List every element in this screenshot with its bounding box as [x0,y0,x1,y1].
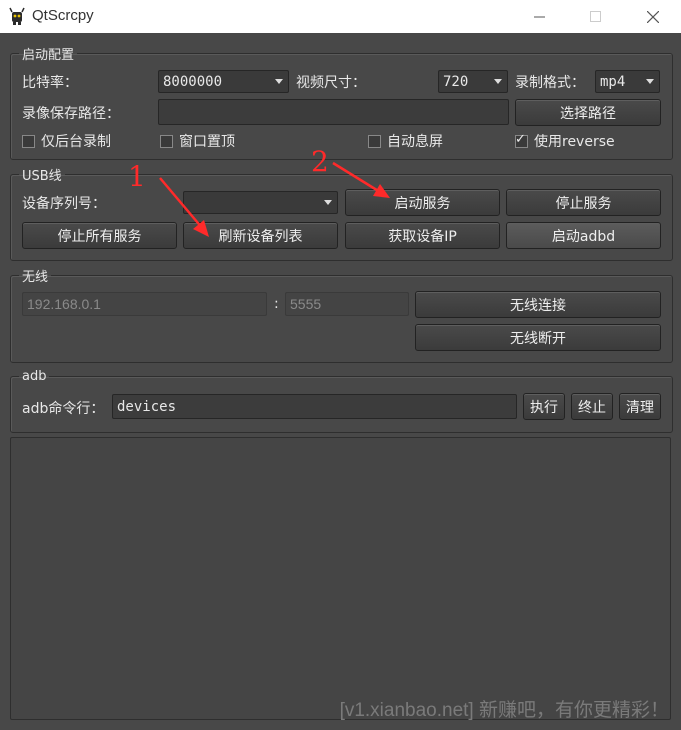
bitrate-value: 8000000 [163,73,223,90]
android-app-icon [9,7,25,25]
record-path-label: 录像保存路径： [22,106,120,122]
minimize-icon[interactable] [516,0,562,33]
close-icon[interactable] [630,0,676,33]
wireless-disconnect-button[interactable]: 无线断开 [415,324,661,351]
port-separator: : [274,296,279,312]
annotation-step-2: 2 [311,145,329,178]
maximize-icon[interactable] [572,0,618,33]
group-title: adb [22,369,47,384]
refresh-devices-button[interactable]: 刷新设备列表 [183,222,338,249]
group-title: 无线 [22,270,49,285]
checkbox-box [368,134,381,148]
start-service-button[interactable]: 启动服务 [345,189,500,216]
clear-button[interactable]: 清理 [619,393,661,420]
window-title: QtScrcpy [32,7,94,24]
record-format-select[interactable]: mp4 [595,70,660,93]
checkbox-label: 自动息屏 [387,134,443,150]
video-size-select[interactable]: 720 [438,70,508,93]
checkbox-box [22,134,35,148]
get-device-ip-button[interactable]: 获取设备IP [345,222,500,249]
chevron-down-icon [324,199,332,205]
start-adbd-button[interactable]: 启动adbd [506,222,661,249]
group-title: USB线 [22,169,62,184]
ip-address-input[interactable]: 192.168.0.1 [22,292,267,316]
watermark: [v1.xianbao.net] 新赚吧，有你更精彩！ [339,700,669,721]
adb-command-input[interactable]: devices [112,394,517,419]
checkbox-label: 仅后台录制 [41,134,111,150]
group-title: 启动配置 [22,48,75,63]
stop-service-button[interactable]: 停止服务 [506,189,661,216]
adb-cmd-label: adb命令行： [22,401,105,417]
chevron-down-icon [494,78,502,84]
serial-label: 设备序列号： [22,196,106,212]
video-size-value: 720 [443,73,469,90]
auto-screen-off-checkbox[interactable]: 自动息屏 [368,131,443,151]
select-path-button[interactable]: 选择路径 [515,99,661,126]
always-on-top-checkbox[interactable]: 窗口置顶 [160,131,235,151]
video-size-label: 视频尺寸： [296,75,366,91]
chevron-down-icon [275,78,283,84]
execute-button[interactable]: 执行 [523,393,565,420]
use-reverse-checkbox[interactable]: 使用reverse [515,131,615,151]
port-input[interactable]: 5555 [285,292,409,316]
checkbox-box [160,134,173,148]
stop-all-services-button[interactable]: 停止所有服务 [22,222,177,249]
log-output[interactable] [10,437,671,720]
annotation-step-1: 1 [128,160,146,193]
background-record-checkbox[interactable]: 仅后台录制 [22,131,111,151]
bitrate-select[interactable]: 8000000 [158,70,289,93]
title-bar: QtScrcpy [0,0,681,33]
wireless-connect-button[interactable]: 无线连接 [415,291,661,318]
record-path-input[interactable] [158,99,509,125]
checkbox-label: 使用reverse [534,134,615,150]
device-serial-select[interactable] [183,191,338,214]
checkbox-label: 窗口置顶 [179,134,235,150]
bitrate-label: 比特率： [22,75,78,91]
chevron-down-icon [646,78,654,84]
record-format-value: mp4 [600,73,626,90]
record-format-label: 录制格式： [515,75,585,91]
terminate-button[interactable]: 终止 [571,393,613,420]
checkmark-icon [515,132,528,148]
